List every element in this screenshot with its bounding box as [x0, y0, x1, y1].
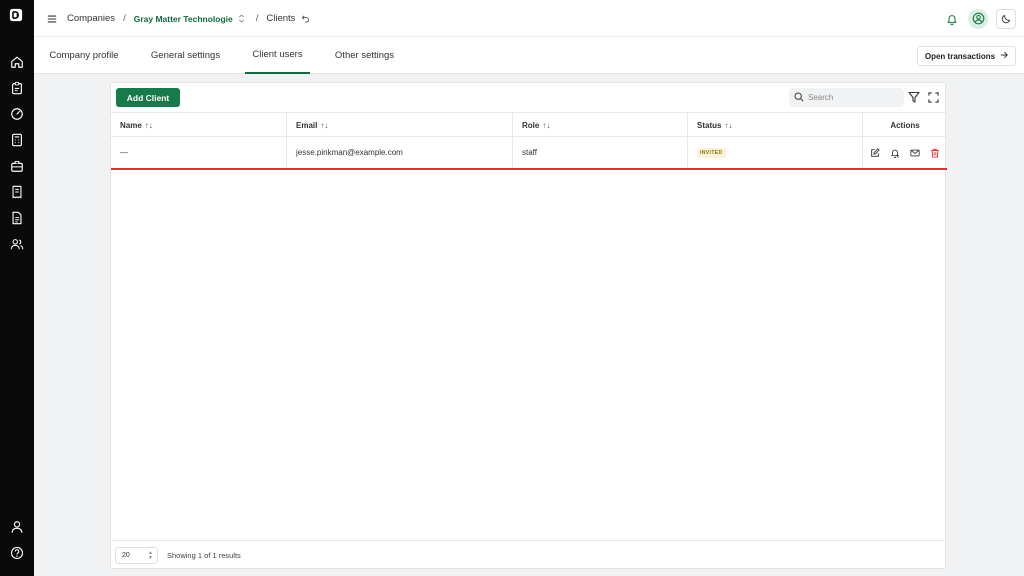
- table-footer: 20 ▲ ▼ Showing 1 of 1 results: [111, 540, 945, 569]
- column-header-email[interactable]: Email ↑↓: [287, 113, 513, 137]
- tab-bar: Company profile General settings Client …: [34, 37, 1024, 74]
- column-header-role[interactable]: Role ↑↓: [513, 113, 688, 137]
- sidebar: [0, 0, 34, 576]
- arrow-right-icon: [1000, 51, 1009, 61]
- breadcrumb-current: Clients: [266, 13, 296, 24]
- breadcrumb-separator: /: [255, 13, 259, 24]
- mail-icon[interactable]: [909, 146, 922, 159]
- undo-icon[interactable]: [301, 14, 311, 24]
- chevron-updown-icon: ▲ ▼: [148, 550, 153, 561]
- top-bar: Companies / Gray Matter Technologie / Cl…: [34, 0, 1024, 37]
- column-header-name[interactable]: Name ↑↓: [111, 113, 287, 137]
- avatar-icon[interactable]: [968, 8, 988, 29]
- home-icon[interactable]: [9, 54, 25, 70]
- sort-icon: ↑↓: [724, 120, 733, 130]
- column-header-actions: Actions: [890, 120, 920, 130]
- top-right-controls: [944, 0, 1024, 37]
- results-count: Showing 1 of 1 results: [167, 551, 241, 560]
- users-icon[interactable]: [9, 236, 25, 252]
- cell-role: staff: [513, 137, 688, 168]
- breadcrumb-companies[interactable]: Companies: [67, 13, 115, 24]
- sort-icon: ↑↓: [144, 120, 153, 130]
- help-icon[interactable]: [9, 545, 25, 561]
- cell-status: INVITED: [688, 137, 863, 168]
- logo-icon[interactable]: [9, 8, 25, 24]
- gauge-icon[interactable]: [9, 106, 25, 122]
- bell-icon[interactable]: [944, 11, 960, 27]
- menu-icon[interactable]: [47, 13, 59, 25]
- fullscreen-icon[interactable]: [927, 91, 939, 103]
- clipboard-icon[interactable]: [9, 80, 25, 96]
- client-users-card: Add Client Name ↑↓ Email ↑↓ Role ↑↓ Stat…: [110, 82, 947, 569]
- sort-icon: ↑↓: [320, 120, 329, 130]
- column-label: Status: [697, 120, 722, 130]
- search-icon: [794, 89, 804, 107]
- add-client-button[interactable]: Add Client: [116, 88, 180, 107]
- search-box: [789, 88, 904, 107]
- column-label: Email: [296, 120, 318, 130]
- column-header-status[interactable]: Status ↑↓: [688, 113, 863, 137]
- receipt-icon[interactable]: [9, 184, 25, 200]
- status-badge: INVITED: [697, 147, 726, 158]
- edit-icon[interactable]: [869, 146, 882, 159]
- table-row[interactable]: — jesse.pinkman@example.com staff INVITE…: [111, 137, 947, 170]
- cell-name: —: [111, 137, 287, 168]
- tab-other-settings[interactable]: Other settings: [333, 37, 396, 74]
- briefcase-icon[interactable]: [9, 158, 25, 174]
- document-icon[interactable]: [9, 210, 25, 226]
- bell-off-icon[interactable]: [889, 146, 902, 159]
- filter-icon[interactable]: [908, 91, 920, 103]
- cell-email: jesse.pinkman@example.com: [287, 137, 513, 168]
- moon-icon[interactable]: [996, 8, 1016, 29]
- calculator-icon[interactable]: [9, 132, 25, 148]
- search-input[interactable]: [808, 93, 898, 102]
- page-size-select[interactable]: 20 ▲ ▼: [115, 547, 158, 564]
- tab-general-settings[interactable]: General settings: [148, 37, 223, 74]
- breadcrumb-company[interactable]: Gray Matter Technologie: [134, 14, 233, 24]
- user-icon[interactable]: [9, 519, 25, 535]
- table-header: Name ↑↓ Email ↑↓ Role ↑↓ Status ↑↓ Actio…: [111, 112, 947, 137]
- trash-icon[interactable]: [929, 146, 942, 159]
- open-transactions-label: Open transactions: [924, 51, 996, 61]
- tab-company-profile[interactable]: Company profile: [49, 37, 119, 74]
- breadcrumb: Companies / Gray Matter Technologie / Cl…: [47, 0, 311, 37]
- cell-actions: [863, 137, 947, 168]
- open-transactions-button[interactable]: Open transactions: [917, 46, 1016, 66]
- page-size-value: 20: [122, 552, 130, 559]
- column-label: Name: [120, 120, 142, 130]
- tab-client-users[interactable]: Client users: [245, 37, 310, 74]
- column-label: Role: [522, 120, 540, 130]
- chevron-updown-icon[interactable]: [238, 14, 246, 24]
- breadcrumb-separator: /: [123, 13, 126, 24]
- sort-icon: ↑↓: [542, 120, 551, 130]
